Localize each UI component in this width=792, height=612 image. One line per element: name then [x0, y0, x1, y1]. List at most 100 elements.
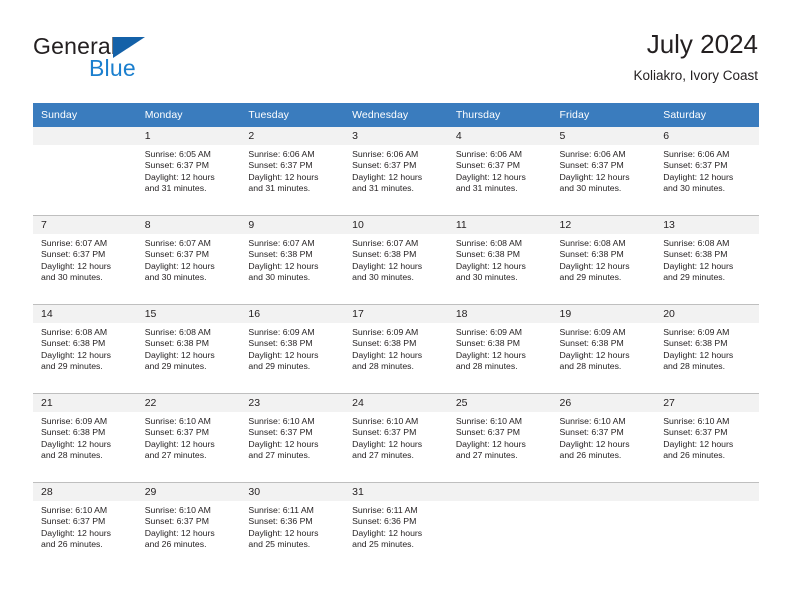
- sunset-text: Sunset: 6:38 PM: [663, 338, 728, 349]
- daylight-text-line1: Daylight: 12 hours: [559, 171, 630, 182]
- calendar-day-cell[interactable]: [551, 482, 656, 571]
- sunset-text: Sunset: 6:37 PM: [248, 160, 313, 171]
- daylight-text-line1: Daylight: 12 hours: [248, 527, 319, 538]
- weekday-header-friday: Friday: [551, 103, 656, 127]
- weekday-header-thursday: Thursday: [447, 103, 552, 127]
- daylight-text-line2: and 30 minutes.: [144, 272, 207, 283]
- calendar-day-cell[interactable]: 6 Sunrise: 6:06 AM Sunset: 6:37 PM Daylight…: [655, 127, 759, 216]
- day-details: Sunrise: 6:10 AM Sunset: 6:37 PM Daylight:…: [448, 412, 552, 462]
- calendar-day-cell[interactable]: 18 Sunrise: 6:09 AM Sunset: 6:38 PM Dayligh…: [447, 304, 552, 394]
- day-number: [33, 127, 137, 145]
- sunrise-text: Sunrise: 6:09 AM: [41, 416, 108, 426]
- calendar-day-cell[interactable]: 4 Sunrise: 6:06 AM Sunset: 6:37 PM Daylight…: [447, 127, 552, 216]
- sunrise-text: Sunrise: 6:08 AM: [144, 327, 211, 337]
- calendar-day-cell[interactable]: 1 Sunrise: 6:05 AM Sunset: 6:37 PM Daylight…: [136, 127, 241, 216]
- calendar-day-cell[interactable]: 2 Sunrise: 6:06 AM Sunset: 6:37 PM Daylight…: [240, 127, 345, 216]
- day-cell-content: 31 Sunrise: 6:11 AM Sunset: 6:36 PM Dayligh…: [344, 483, 448, 571]
- daylight-text-line1: Daylight: 12 hours: [248, 349, 319, 360]
- calendar-day-cell[interactable]: 7 Sunrise: 6:07 AM Sunset: 6:37 PM Daylight…: [33, 215, 137, 305]
- day-details: Sunrise: 6:07 AM Sunset: 6:37 PM Daylight:…: [137, 234, 241, 284]
- daylight-text-line1: Daylight: 12 hours: [248, 171, 319, 182]
- general-blue-logo[interactable]: General Blue: [33, 33, 213, 89]
- daylight-text-line2: and 30 minutes.: [663, 183, 726, 194]
- calendar-day-cell[interactable]: 29 Sunrise: 6:10 AM Sunset: 6:37 PM Dayligh…: [136, 482, 241, 571]
- day-cell-content: 25 Sunrise: 6:10 AM Sunset: 6:37 PM Dayligh…: [447, 394, 552, 482]
- calendar-day-cell[interactable]: 16 Sunrise: 6:09 AM Sunset: 6:38 PM Dayligh…: [240, 304, 345, 394]
- daylight-text-line1: Daylight: 12 hours: [352, 260, 423, 271]
- day-details: Sunrise: 6:10 AM Sunset: 6:37 PM Daylight:…: [655, 412, 759, 462]
- calendar-day-cell[interactable]: 28 Sunrise: 6:10 AM Sunset: 6:37 PM Dayligh…: [33, 482, 137, 571]
- day-cell-content: 28 Sunrise: 6:10 AM Sunset: 6:37 PM Dayligh…: [33, 483, 137, 571]
- day-details: Sunrise: 6:06 AM Sunset: 6:37 PM Daylight:…: [448, 145, 552, 195]
- daylight-text-line1: Daylight: 12 hours: [41, 349, 112, 360]
- calendar-day-cell[interactable]: 22 Sunrise: 6:10 AM Sunset: 6:37 PM Dayligh…: [136, 393, 241, 483]
- sunset-text: Sunset: 6:38 PM: [248, 249, 313, 260]
- weekday-header-sunday: Sunday: [33, 103, 137, 127]
- weekday-header-wednesday: Wednesday: [344, 103, 448, 127]
- calendar-day-cell[interactable]: 9 Sunrise: 6:07 AM Sunset: 6:38 PM Daylight…: [240, 215, 345, 305]
- day-cell-content: 29 Sunrise: 6:10 AM Sunset: 6:37 PM Dayligh…: [136, 483, 241, 571]
- calendar-day-cell[interactable]: 17 Sunrise: 6:09 AM Sunset: 6:38 PM Dayligh…: [344, 304, 448, 394]
- calendar-day-cell[interactable]: 21 Sunrise: 6:09 AM Sunset: 6:38 PM Dayligh…: [33, 393, 137, 483]
- daylight-text-line2: and 30 minutes.: [248, 272, 311, 283]
- calendar-day-cell[interactable]: 14 Sunrise: 6:08 AM Sunset: 6:38 PM Dayligh…: [33, 304, 137, 394]
- daylight-text-line2: and 29 minutes.: [663, 272, 726, 283]
- calendar-day-cell[interactable]: [33, 127, 137, 216]
- day-cell-content: 2 Sunrise: 6:06 AM Sunset: 6:37 PM Daylight…: [240, 127, 345, 215]
- calendar-day-cell[interactable]: 27 Sunrise: 6:10 AM Sunset: 6:37 PM Dayligh…: [655, 393, 759, 483]
- sunrise-text: Sunrise: 6:09 AM: [663, 327, 730, 337]
- daylight-text-line1: Daylight: 12 hours: [248, 438, 319, 449]
- day-details: Sunrise: 6:08 AM Sunset: 6:38 PM Daylight:…: [448, 234, 552, 284]
- calendar-week-row: 28 Sunrise: 6:10 AM Sunset: 6:37 PM Dayligh…: [33, 482, 759, 571]
- day-cell-content: [551, 483, 656, 571]
- calendar-day-cell[interactable]: [655, 482, 759, 571]
- calendar-day-cell[interactable]: 3 Sunrise: 6:06 AM Sunset: 6:37 PM Daylight…: [344, 127, 448, 216]
- calendar-day-cell[interactable]: 30 Sunrise: 6:11 AM Sunset: 6:36 PM Dayligh…: [240, 482, 345, 571]
- sunrise-text: Sunrise: 6:10 AM: [559, 416, 626, 426]
- calendar-day-cell[interactable]: 5 Sunrise: 6:06 AM Sunset: 6:37 PM Daylight…: [551, 127, 656, 216]
- day-cell-content: 11 Sunrise: 6:08 AM Sunset: 6:38 PM Dayligh…: [447, 216, 552, 304]
- masthead: General Blue July 2024 Koliakro, Ivory C…: [0, 0, 792, 100]
- day-cell-content: [33, 127, 137, 215]
- calendar-day-cell[interactable]: 13 Sunrise: 6:08 AM Sunset: 6:38 PM Dayligh…: [655, 215, 759, 305]
- calendar-day-cell[interactable]: 8 Sunrise: 6:07 AM Sunset: 6:37 PM Daylight…: [136, 215, 241, 305]
- sunset-text: Sunset: 6:38 PM: [559, 249, 624, 260]
- day-cell-content: 24 Sunrise: 6:10 AM Sunset: 6:37 PM Dayligh…: [344, 394, 448, 482]
- daylight-text-line1: Daylight: 12 hours: [144, 438, 215, 449]
- calendar-day-cell[interactable]: 23 Sunrise: 6:10 AM Sunset: 6:37 PM Dayligh…: [240, 393, 345, 483]
- sunrise-text: Sunrise: 6:06 AM: [663, 149, 730, 159]
- calendar-page: General Blue July 2024 Koliakro, Ivory C…: [0, 0, 792, 612]
- calendar-day-cell[interactable]: 24 Sunrise: 6:10 AM Sunset: 6:37 PM Dayligh…: [344, 393, 448, 483]
- daylight-text-line2: and 30 minutes.: [41, 272, 103, 283]
- calendar-day-cell[interactable]: 10 Sunrise: 6:07 AM Sunset: 6:38 PM Dayligh…: [344, 215, 448, 305]
- day-cell-content: 5 Sunrise: 6:06 AM Sunset: 6:37 PM Daylight…: [551, 127, 656, 215]
- calendar-day-cell[interactable]: 25 Sunrise: 6:10 AM Sunset: 6:37 PM Dayligh…: [447, 393, 552, 483]
- sunset-text: Sunset: 6:38 PM: [559, 338, 624, 349]
- calendar-day-cell[interactable]: [447, 482, 552, 571]
- day-number: 19: [551, 305, 656, 323]
- logo-text-blue: Blue: [89, 55, 136, 81]
- calendar-day-cell[interactable]: 11 Sunrise: 6:08 AM Sunset: 6:38 PM Dayligh…: [447, 215, 552, 305]
- day-number: 5: [551, 127, 656, 145]
- calendar-day-cell[interactable]: 20 Sunrise: 6:09 AM Sunset: 6:38 PM Dayligh…: [655, 304, 759, 394]
- day-number: 20: [655, 305, 759, 323]
- daylight-text-line2: and 30 minutes.: [455, 272, 518, 283]
- day-number: 16: [240, 305, 345, 323]
- day-details: Sunrise: 6:05 AM Sunset: 6:37 PM Daylight:…: [137, 145, 241, 195]
- calendar-day-cell[interactable]: 12 Sunrise: 6:08 AM Sunset: 6:38 PM Dayligh…: [551, 215, 656, 305]
- day-details: Sunrise: 6:07 AM Sunset: 6:37 PM Daylight:…: [33, 234, 137, 284]
- calendar-day-cell[interactable]: 26 Sunrise: 6:10 AM Sunset: 6:37 PM Dayligh…: [551, 393, 656, 483]
- day-details: Sunrise: 6:09 AM Sunset: 6:38 PM Daylight:…: [240, 323, 344, 373]
- day-number: 26: [551, 394, 656, 412]
- day-cell-content: 14 Sunrise: 6:08 AM Sunset: 6:38 PM Dayligh…: [33, 305, 137, 393]
- daylight-text-line1: Daylight: 12 hours: [559, 260, 630, 271]
- day-details: Sunrise: 6:08 AM Sunset: 6:38 PM Daylight:…: [552, 234, 656, 284]
- day-cell-content: 13 Sunrise: 6:08 AM Sunset: 6:38 PM Dayligh…: [655, 216, 759, 304]
- day-cell-content: 3 Sunrise: 6:06 AM Sunset: 6:37 PM Daylight…: [344, 127, 448, 215]
- calendar-day-cell[interactable]: 31 Sunrise: 6:11 AM Sunset: 6:36 PM Dayligh…: [344, 482, 448, 571]
- calendar-day-cell[interactable]: 19 Sunrise: 6:09 AM Sunset: 6:38 PM Dayligh…: [551, 304, 656, 394]
- day-number: 27: [655, 394, 759, 412]
- sunset-text: Sunset: 6:38 PM: [41, 427, 106, 438]
- calendar-day-cell[interactable]: 15 Sunrise: 6:08 AM Sunset: 6:38 PM Dayligh…: [136, 304, 241, 394]
- day-details: Sunrise: 6:10 AM Sunset: 6:37 PM Daylight:…: [344, 412, 448, 462]
